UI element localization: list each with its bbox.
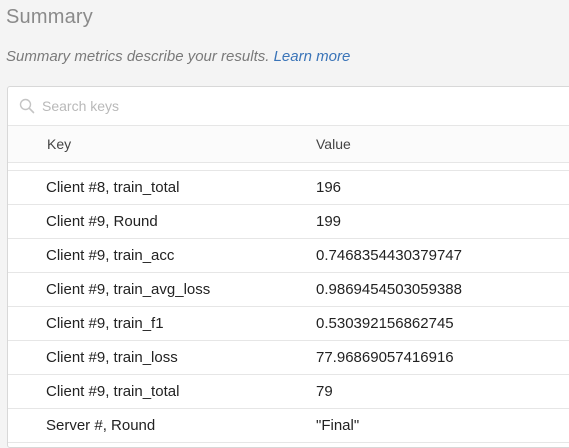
table-row: Client #8, train_loss — [8, 163, 569, 171]
column-header-value[interactable]: Value — [316, 136, 351, 152]
row-value: 77.96869057416916 — [316, 349, 454, 366]
row-key: Server #, Round — [46, 417, 156, 434]
page-title: Summary — [6, 6, 93, 28]
search-input[interactable] — [42, 98, 522, 114]
table-row: Client #9, train_total 79 — [8, 375, 569, 409]
row-key: Client #9, train_avg_loss — [46, 281, 211, 298]
row-key: Client #9, train_total — [46, 383, 180, 400]
summary-table-panel: Key Value Client #8, train_loss Client #… — [7, 86, 569, 448]
table-body[interactable]: Client #8, train_loss Client #8, train_t… — [8, 163, 569, 447]
row-value: 0.530392156862745 — [316, 315, 454, 332]
table-row: Client #9, Round 199 — [8, 205, 569, 239]
row-value: 0.7468354430379747 — [316, 247, 462, 264]
table-row: Client #9, train_f1 0.530392156862745 — [8, 307, 569, 341]
row-key: Client #9, Round — [46, 213, 158, 230]
description-text: Summary metrics describe your results. — [6, 48, 270, 65]
table-row: Client #9, train_acc 0.7468354430379747 — [8, 239, 569, 273]
row-value: "Final" — [316, 417, 360, 434]
table-row: Client #9, train_avg_loss 0.986945450305… — [8, 273, 569, 307]
row-key: Client #9, train_f1 — [46, 315, 164, 332]
row-value: 199 — [316, 213, 342, 230]
table-row: Server #, Round "Final" — [8, 409, 569, 443]
row-key: Client #9, train_loss — [46, 349, 178, 366]
search-icon — [19, 98, 35, 114]
row-key: Client #8, train_total — [46, 179, 180, 196]
row-key: Client #9, train_acc — [46, 247, 175, 264]
learn-more-link[interactable]: Learn more — [274, 48, 351, 65]
column-header-key[interactable]: Key — [8, 136, 316, 152]
table-row: Client #9, train_loss 77.96869057416916 — [8, 341, 569, 375]
row-value: 0.9869454503059388 — [316, 281, 462, 298]
row-value: 196 — [316, 179, 342, 196]
row-value: 79 — [316, 383, 333, 400]
summary-description: Summary metrics describe your results. L… — [6, 48, 350, 65]
search-bar — [8, 87, 569, 126]
table-row: Client #8, train_total 196 — [8, 171, 569, 205]
table-header: Key Value — [8, 126, 569, 163]
